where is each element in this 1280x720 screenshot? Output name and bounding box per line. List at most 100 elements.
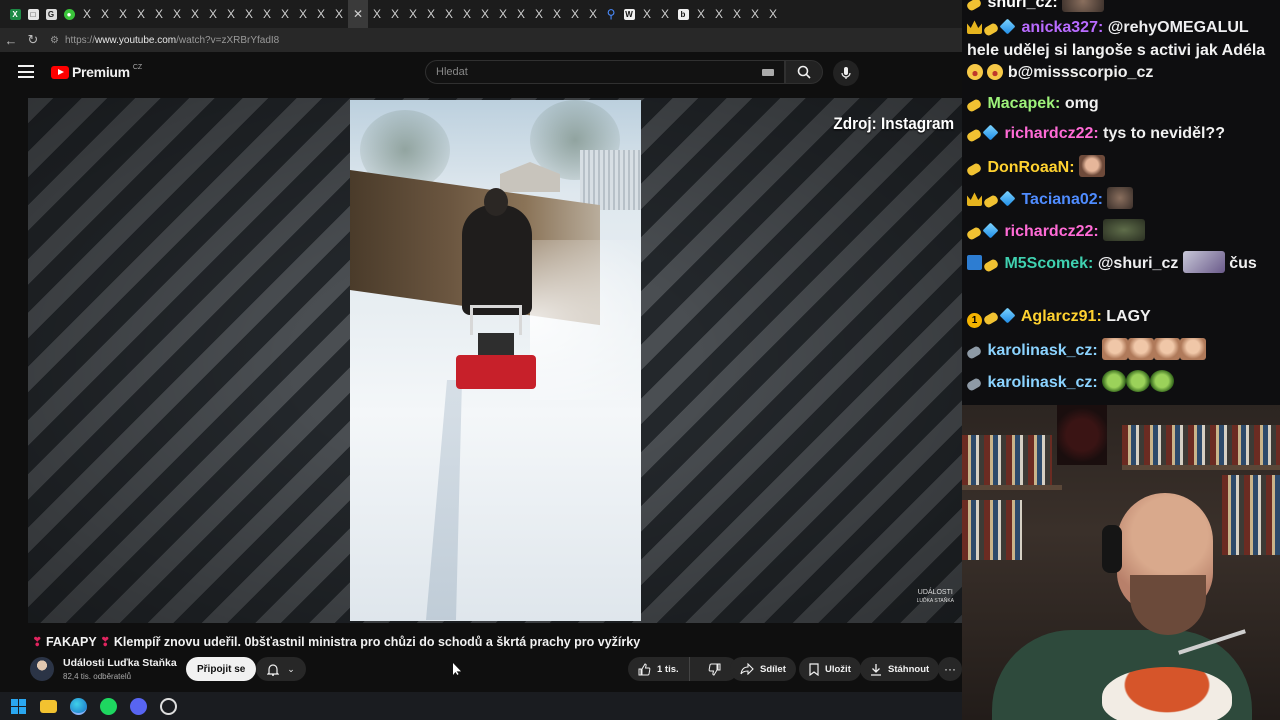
- excel-icon: X: [9, 8, 21, 20]
- download-label: Stáhnout: [888, 663, 930, 675]
- wikipedia-icon: W: [623, 8, 635, 20]
- chat-username[interactable]: DonRoaaN: [987, 159, 1069, 176]
- tab-x-7[interactable]: X: [186, 0, 204, 28]
- chat-message: 1 Aglarcz91: LAGY: [967, 306, 1279, 328]
- reload-icon[interactable]: ↻: [22, 32, 44, 48]
- chat-username[interactable]: Taciana02: [1021, 191, 1097, 208]
- tab-x-14[interactable]: X: [312, 0, 330, 28]
- tab-x-13[interactable]: X: [294, 0, 312, 28]
- tab-x-33[interactable]: X: [728, 0, 746, 28]
- tab-x-9[interactable]: X: [222, 0, 240, 28]
- tab-x-25[interactable]: X: [530, 0, 548, 28]
- tab-x-16[interactable]: X: [368, 0, 386, 28]
- edge-browser-icon[interactable]: [70, 697, 87, 715]
- emote-icon: [1180, 338, 1207, 360]
- tab-x-35[interactable]: X: [764, 0, 782, 28]
- search-button[interactable]: [785, 60, 823, 84]
- tab-x-1[interactable]: X: [78, 0, 96, 28]
- url-field[interactable]: ⚙ https://www.youtube.com/watch?v=zXRBrY…: [50, 31, 962, 49]
- chat-username[interactable]: Aglarcz91: [1021, 308, 1097, 325]
- tab-wiki[interactable]: W: [620, 0, 638, 28]
- tab-chat[interactable]: □: [24, 0, 42, 28]
- tab-x-24[interactable]: X: [512, 0, 530, 28]
- tab-x-27[interactable]: X: [566, 0, 584, 28]
- download-icon: [871, 663, 881, 676]
- search-input[interactable]: Hledat: [425, 60, 785, 84]
- obs-icon[interactable]: [160, 697, 177, 715]
- subscriber-count: 82,4 tis. odběratelů: [63, 672, 132, 681]
- heart-icon: ❣: [99, 635, 111, 649]
- join-button[interactable]: Připojit se: [186, 657, 257, 681]
- channel-avatar[interactable]: [30, 657, 54, 681]
- dislike-button[interactable]: [696, 657, 734, 681]
- menu-icon[interactable]: [18, 65, 34, 78]
- tab-x-34[interactable]: X: [746, 0, 764, 28]
- tab-x-3[interactable]: X: [114, 0, 132, 28]
- like-button[interactable]: 1 tis.: [628, 657, 690, 681]
- close-icon[interactable]: ✕: [353, 7, 363, 21]
- video-title: ❣ FAKAPY ❣ Klempíř znovu udeřil. 0bšťast…: [32, 634, 952, 649]
- save-button[interactable]: Uložit: [799, 657, 861, 681]
- site-info-icon[interactable]: ⚙: [50, 35, 59, 46]
- keyboard-icon[interactable]: [762, 69, 774, 76]
- share-button[interactable]: Sdílet: [730, 657, 796, 681]
- chat-username[interactable]: anicka327: [1021, 19, 1098, 36]
- spotify-icon[interactable]: [100, 697, 117, 715]
- headset: [1102, 525, 1122, 573]
- tab-x-32[interactable]: X: [710, 0, 728, 28]
- tab-x-11[interactable]: X: [258, 0, 276, 28]
- video-player[interactable]: Zdroj: Instagram UDÁLOSTI LUĎKA STAŇKA: [28, 98, 962, 623]
- x-icon: X: [534, 7, 543, 21]
- cube-badge-icon: [982, 222, 999, 239]
- screen: X □ G ● X X X X X X X X X X X X X X X ✕ …: [0, 0, 1280, 720]
- back-arrow-icon[interactable]: ←: [0, 33, 22, 48]
- tab-x-8[interactable]: X: [204, 0, 222, 28]
- tab-x-19[interactable]: X: [422, 0, 440, 28]
- chat-username[interactable]: M5Scomek: [1004, 255, 1088, 272]
- thumbs-up-icon: [638, 662, 651, 675]
- more-actions-button[interactable]: ···: [938, 657, 962, 681]
- tab-x-21[interactable]: X: [458, 0, 476, 28]
- tab-x-4[interactable]: X: [132, 0, 150, 28]
- chat-username[interactable]: shuri_cz: [987, 0, 1052, 11]
- emote-icon: [1079, 155, 1106, 177]
- chat-username[interactable]: karolinask_cz: [987, 374, 1092, 391]
- tab-x-17[interactable]: X: [386, 0, 404, 28]
- tab-x-29[interactable]: X: [638, 0, 656, 28]
- x-icon: X: [190, 7, 199, 21]
- tab-x-22[interactable]: X: [476, 0, 494, 28]
- shelf: [962, 485, 1062, 490]
- tab-green[interactable]: ●: [60, 0, 78, 28]
- tab-bing[interactable]: b: [674, 0, 692, 28]
- tab-x-26[interactable]: X: [548, 0, 566, 28]
- youtube-logo[interactable]: Premium CZ: [51, 64, 142, 80]
- tab-x-15[interactable]: X: [330, 0, 348, 28]
- windows-start-icon[interactable]: [10, 698, 27, 715]
- tab-excel[interactable]: X: [6, 0, 24, 28]
- tab-x-28[interactable]: X: [584, 0, 602, 28]
- chat-username[interactable]: karolinask_cz: [987, 342, 1092, 359]
- chat-username[interactable]: Macapek: [987, 95, 1055, 112]
- tab-youtube-active[interactable]: ✕: [348, 0, 368, 28]
- crown-badge-icon: [967, 192, 982, 206]
- tab-x-6[interactable]: X: [168, 0, 186, 28]
- tab-x-2[interactable]: X: [96, 0, 114, 28]
- tab-x-12[interactable]: X: [276, 0, 294, 28]
- tab-search[interactable]: ⚲: [602, 0, 620, 28]
- file-explorer-icon[interactable]: [40, 699, 57, 713]
- chat-username[interactable]: richardcz22: [1004, 125, 1093, 142]
- voice-search-button[interactable]: [833, 60, 859, 86]
- download-button[interactable]: Stáhnout: [860, 657, 940, 681]
- tab-x-31[interactable]: X: [692, 0, 710, 28]
- chat-username[interactable]: richardcz22: [1004, 223, 1093, 240]
- tab-x-10[interactable]: X: [240, 0, 258, 28]
- discord-icon[interactable]: [130, 697, 147, 715]
- tab-gpt[interactable]: G: [42, 0, 60, 28]
- tab-x-5[interactable]: X: [150, 0, 168, 28]
- channel-name[interactable]: Události Luďka Staňka: [63, 657, 177, 669]
- notifications-button[interactable]: ⌄: [256, 657, 306, 681]
- tab-x-30[interactable]: X: [656, 0, 674, 28]
- tab-x-18[interactable]: X: [404, 0, 422, 28]
- tab-x-20[interactable]: X: [440, 0, 458, 28]
- tab-x-23[interactable]: X: [494, 0, 512, 28]
